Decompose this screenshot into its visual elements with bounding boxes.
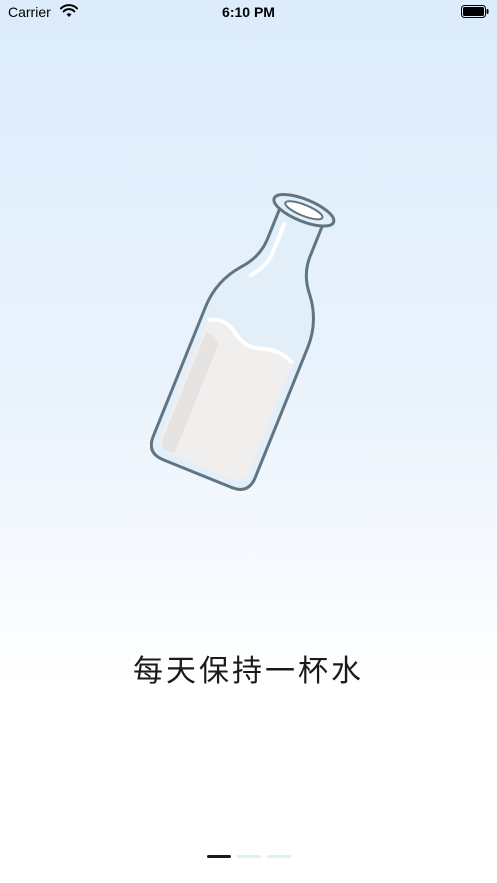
status-time: 6:10 PM: [222, 4, 275, 20]
onboarding-tagline: 每天保持一杯水: [133, 654, 364, 689]
page-dot-3[interactable]: [266, 855, 291, 858]
page-dot-2[interactable]: [236, 855, 261, 858]
battery-icon: [461, 5, 489, 18]
page-indicator[interactable]: [0, 855, 497, 859]
status-bar: Carrier 6:10 PM: [0, 0, 497, 26]
milk-bottle-icon: [150, 193, 336, 491]
page-dot-1[interactable]: [206, 855, 231, 858]
